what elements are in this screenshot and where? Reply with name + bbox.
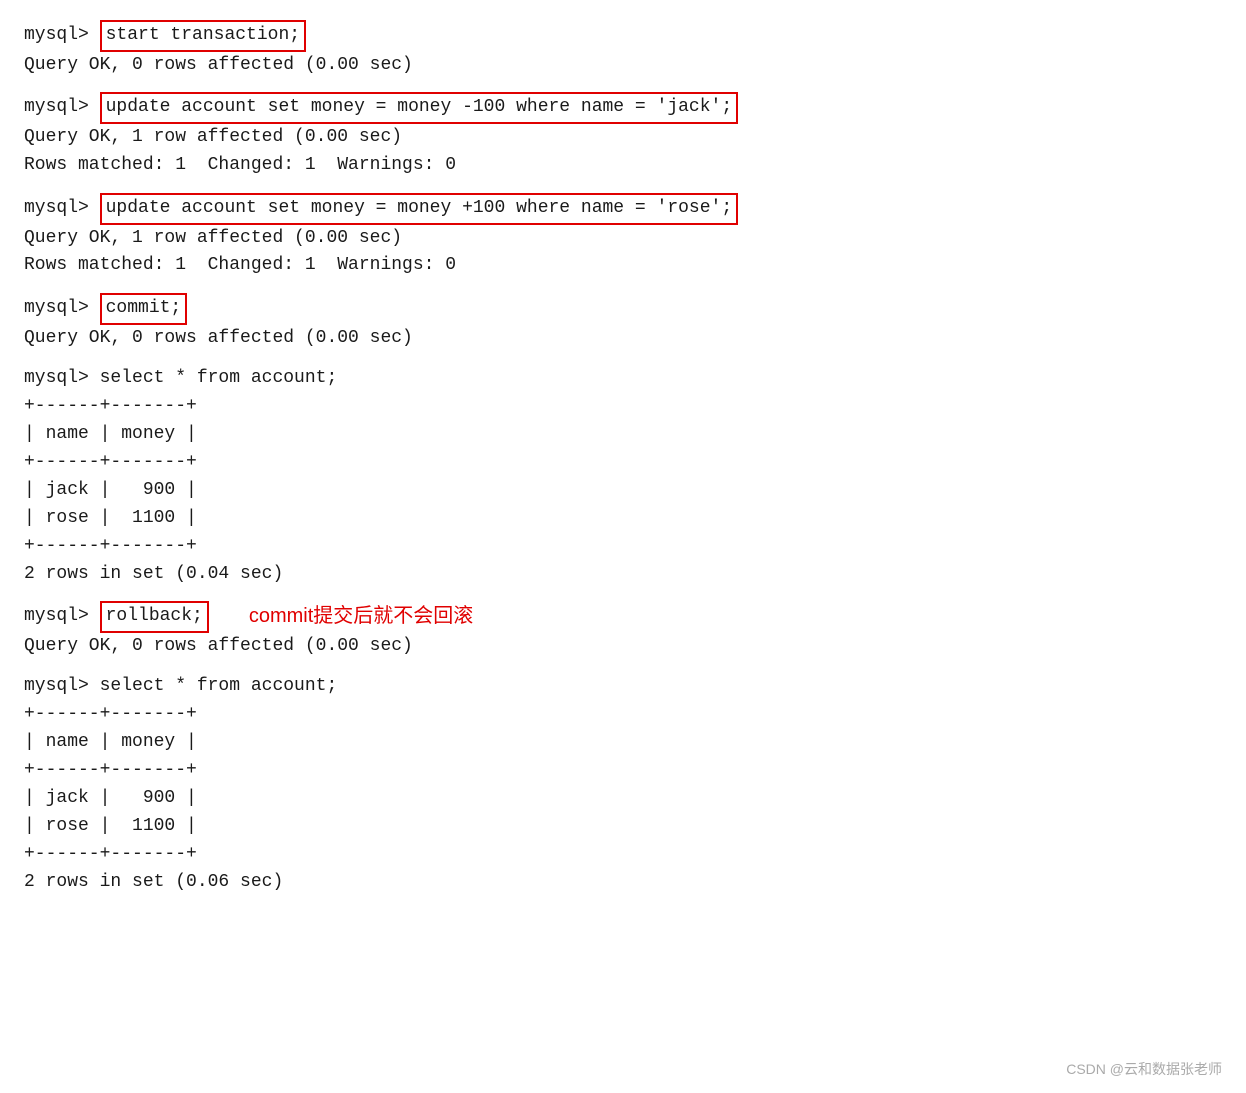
watermark: CSDN @云和数据张老师	[1066, 1059, 1222, 1079]
blank-2	[24, 180, 1222, 193]
output-19: +------+-------+	[24, 757, 1222, 785]
output-22: +------+-------+	[24, 841, 1222, 869]
output-12: | rose | 1100 |	[24, 505, 1222, 533]
blank-3	[24, 280, 1222, 293]
output-13: +------+-------+	[24, 533, 1222, 561]
prompt-5: mysql>	[24, 603, 100, 631]
cmd-box-4: commit;	[100, 293, 188, 325]
output-15: Query OK, 0 rows affected (0.00 sec)	[24, 633, 1222, 661]
output-14: 2 rows in set (0.04 sec)	[24, 561, 1222, 589]
cmd-line-2: mysql> update account set money = money …	[24, 92, 1222, 124]
output-4: Query OK, 1 row affected (0.00 sec)	[24, 225, 1222, 253]
output-17: +------+-------+	[24, 701, 1222, 729]
output-10: +------+-------+	[24, 449, 1222, 477]
output-7: mysql> select * from account;	[24, 365, 1222, 393]
output-21: | rose | 1100 |	[24, 813, 1222, 841]
blank-1	[24, 80, 1222, 93]
output-11: | jack | 900 |	[24, 477, 1222, 505]
output-1: Query OK, 0 rows affected (0.00 sec)	[24, 52, 1222, 80]
output-6: Query OK, 0 rows affected (0.00 sec)	[24, 325, 1222, 353]
cmd-line-1: mysql> start transaction;	[24, 20, 1222, 52]
output-23: 2 rows in set (0.06 sec)	[24, 869, 1222, 897]
annotation-commit: commit提交后就不会回滚	[249, 601, 473, 632]
prompt-4: mysql>	[24, 295, 100, 323]
cmd-box-5: rollback;	[100, 601, 209, 633]
cmd-line-3: mysql> update account set money = money …	[24, 193, 1222, 225]
output-5: Rows matched: 1 Changed: 1 Warnings: 0	[24, 252, 1222, 280]
cmd-box-2: update account set money = money -100 wh…	[100, 92, 739, 124]
cmd-box-3: update account set money = money +100 wh…	[100, 193, 739, 225]
output-3: Rows matched: 1 Changed: 1 Warnings: 0	[24, 152, 1222, 180]
output-9: | name | money |	[24, 421, 1222, 449]
terminal-content: mysql> start transaction; Query OK, 0 ro…	[24, 20, 1222, 897]
prompt-2: mysql>	[24, 94, 100, 122]
prompt-1: mysql>	[24, 22, 100, 50]
output-20: | jack | 900 |	[24, 785, 1222, 813]
cmd-line-5: mysql> rollback; commit提交后就不会回滚	[24, 601, 1222, 633]
cmd-box-1: start transaction;	[100, 20, 306, 52]
cmd-line-4: mysql> commit;	[24, 293, 1222, 325]
blank-4	[24, 353, 1222, 366]
prompt-3: mysql>	[24, 195, 100, 223]
blank-6	[24, 661, 1222, 674]
blank-5	[24, 588, 1222, 601]
output-18: | name | money |	[24, 729, 1222, 757]
output-2: Query OK, 1 row affected (0.00 sec)	[24, 124, 1222, 152]
output-16: mysql> select * from account;	[24, 673, 1222, 701]
output-8: +------+-------+	[24, 393, 1222, 421]
